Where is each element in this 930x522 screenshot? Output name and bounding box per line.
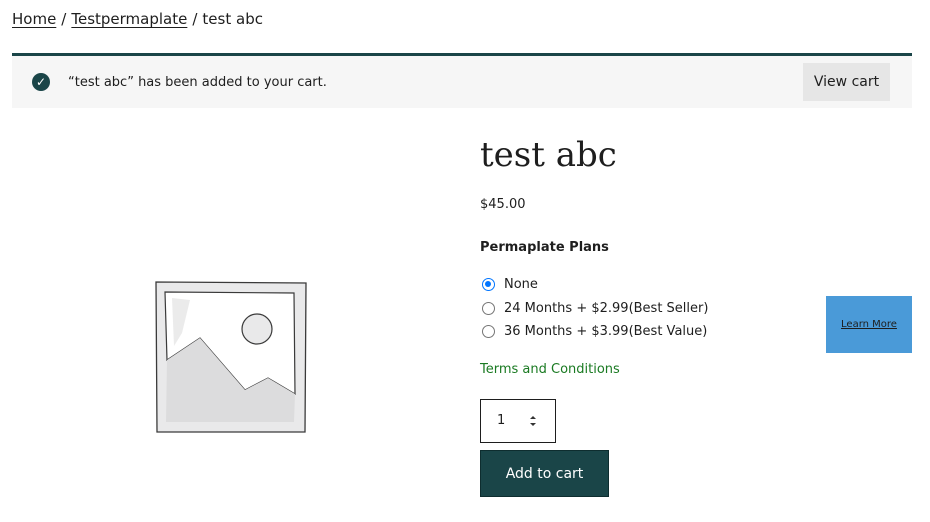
- plan-option-none[interactable]: None: [482, 273, 708, 297]
- breadcrumb-category-link[interactable]: Testpermaplate: [71, 10, 187, 28]
- cart-notice: ✓ “test abc” has been added to your cart…: [12, 53, 912, 108]
- learn-more-label[interactable]: Learn More: [841, 319, 897, 330]
- radio-button[interactable]: [482, 301, 495, 315]
- plan-option-label: 24 Months + $2.99(Best Seller): [504, 300, 709, 316]
- product-price: $45.00: [480, 197, 526, 212]
- breadcrumb-home-link[interactable]: Home: [12, 10, 56, 28]
- radio-button[interactable]: [482, 325, 495, 339]
- plan-option-label: 36 Months + $3.99(Best Value): [504, 324, 708, 340]
- plans-radio-group: None 24 Months + $2.99(Best Seller) 36 M…: [482, 273, 708, 344]
- product-title: test abc: [480, 135, 617, 175]
- view-cart-button[interactable]: View cart: [803, 63, 890, 101]
- breadcrumb-separator: /: [192, 10, 198, 28]
- plan-option-36-months[interactable]: 36 Months + $3.99(Best Value): [482, 320, 708, 344]
- spinner-arrows-icon[interactable]: [529, 414, 537, 428]
- breadcrumb-separator: /: [61, 10, 67, 28]
- quantity-stepper[interactable]: 1: [480, 399, 556, 443]
- check-circle-icon: ✓: [32, 73, 50, 91]
- image-placeholder-icon: [150, 278, 310, 438]
- notice-message: “test abc” has been added to your cart.: [68, 75, 327, 90]
- plans-label: Permaplate Plans: [480, 240, 609, 255]
- add-to-cart-button[interactable]: Add to cart: [480, 450, 609, 497]
- learn-more-button[interactable]: Learn More: [826, 296, 912, 353]
- breadcrumb-current: test abc: [202, 10, 263, 28]
- plan-option-24-months[interactable]: 24 Months + $2.99(Best Seller): [482, 297, 708, 321]
- radio-button[interactable]: [482, 278, 495, 292]
- quantity-value[interactable]: 1: [497, 413, 505, 428]
- breadcrumb: Home / Testpermaplate / test abc: [12, 10, 263, 28]
- terms-link[interactable]: Terms and Conditions: [480, 362, 620, 377]
- plan-option-label: None: [504, 277, 538, 293]
